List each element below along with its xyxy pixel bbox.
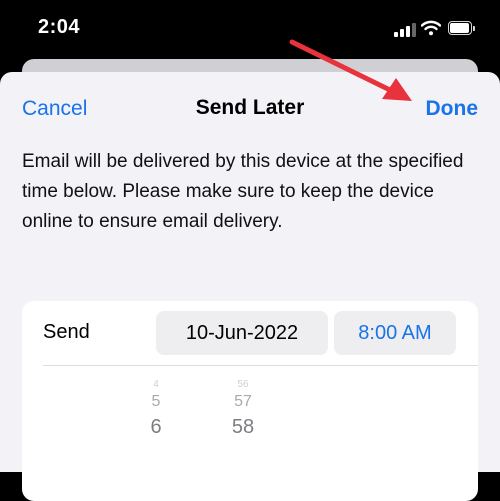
divider: [43, 365, 478, 366]
signal-icon: [394, 23, 416, 37]
hour-picker-wheel[interactable]: 4 5 6: [138, 379, 174, 441]
battery-icon: [448, 21, 476, 36]
picker-row: 57: [234, 393, 252, 410]
description-text: Email will be delivered by this device a…: [22, 151, 464, 232]
picker-row: 5: [151, 393, 161, 410]
done-button[interactable]: Done: [426, 97, 479, 121]
picker-row: 58: [231, 416, 255, 438]
picker-row: 6: [150, 416, 162, 438]
date-button[interactable]: 10-Jun-2022: [156, 311, 328, 355]
picker-row: 4: [153, 379, 159, 390]
minute-picker-wheel[interactable]: 56 57 58: [218, 379, 268, 441]
time-button[interactable]: 8:00 AM: [334, 311, 456, 355]
status-time: 2:04: [38, 16, 81, 38]
status-bar: 2:04: [0, 0, 500, 60]
schedule-card: Send 10-Jun-2022 8:00 AM 4 5 6 56 57 58: [22, 301, 478, 501]
send-label: Send: [43, 321, 90, 343]
wifi-icon: [421, 20, 441, 36]
send-later-sheet: Cancel Send Later Done Email will be del…: [0, 72, 500, 501]
picker-row: 56: [237, 379, 249, 390]
navigation-bar: Cancel Send Later Done: [0, 72, 500, 144]
